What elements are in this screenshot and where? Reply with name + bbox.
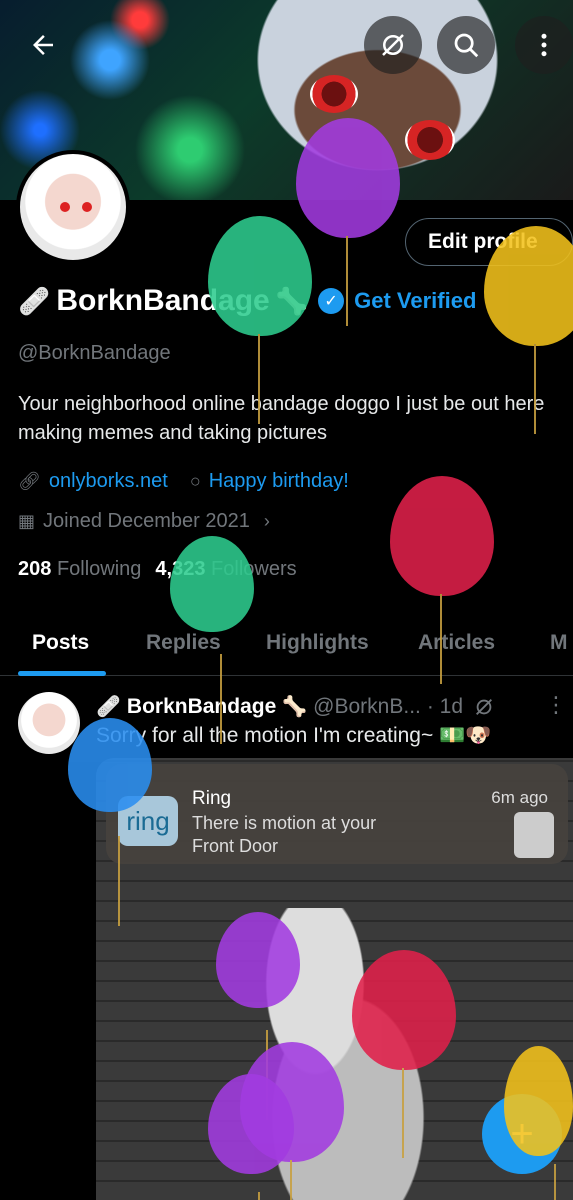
bandage-emoji: 🩹 [96, 696, 121, 718]
tab-media[interactable]: M [550, 610, 568, 676]
banner-artwork-eye [405, 120, 455, 160]
balloon-green [208, 216, 312, 424]
website-link[interactable]: onlyborks.net [49, 470, 168, 493]
birthday-link[interactable]: Happy birthday! [209, 470, 349, 493]
no-signal-button[interactable] [364, 16, 422, 74]
banner-artwork-eye [310, 75, 358, 113]
balloon-purple [208, 1074, 294, 1200]
balloon-red [390, 476, 494, 684]
profile-handle: @BorknBandage [18, 342, 171, 364]
balloon-yellow [504, 1046, 573, 1200]
ring-notification: ring Ring 6m ago There is motion at your… [106, 764, 568, 864]
arrow-left-icon [33, 35, 53, 55]
calendar-icon: ▦ [18, 511, 36, 531]
balloon-blue [68, 718, 152, 926]
balloon-icon: ○ [189, 471, 201, 491]
more-vertical-icon [541, 33, 547, 57]
active-tab-indicator [18, 671, 106, 676]
tab-posts[interactable]: Posts [32, 610, 89, 676]
profile-bio: Your neighborhood online bandage doggo I… [18, 393, 545, 444]
search-button[interactable] [437, 16, 495, 74]
notification-app: Ring [192, 788, 232, 809]
more-options-button[interactable] [515, 16, 573, 74]
notification-time: 6m ago [491, 788, 548, 807]
following-stat[interactable]: 208 Following [18, 558, 141, 581]
search-icon [454, 33, 479, 58]
joined-date: Joined December 2021 [43, 510, 250, 532]
post-header: 🩹 BorknBandage 🦴 @BorknB... · 1d [96, 694, 495, 719]
balloon-red [352, 950, 456, 1158]
bone-emoji: 🦴 [282, 696, 308, 718]
tab-highlights[interactable]: Highlights [266, 610, 369, 676]
no-signal-icon [476, 698, 493, 715]
post-author-name[interactable]: BorknBandage [127, 695, 276, 719]
profile-meta-links: 🔗︎ onlyborks.net ○ Happy birthday! [18, 470, 349, 493]
no-signal-icon [382, 34, 404, 56]
verified-badge-icon: ✓ [318, 288, 345, 314]
profile-tabs: Posts Replies Highlights Articles M [0, 610, 573, 676]
follow-stats: 208 Following 4,323 Followers [18, 558, 297, 581]
balloon-green [170, 536, 254, 744]
chevron-right-icon: › [263, 511, 270, 531]
link-icon: 🔗︎ [18, 471, 41, 491]
balloon-purple [296, 118, 400, 326]
post-author-handle: @BorknB... [313, 694, 421, 718]
profile-avatar[interactable] [16, 150, 130, 264]
get-verified-link[interactable]: Get Verified [354, 288, 476, 314]
notification-body: There is motion at your Front Door [192, 813, 377, 856]
post-avatar[interactable] [18, 692, 80, 754]
tab-articles[interactable]: Articles [418, 610, 495, 676]
post-more-icon[interactable]: ⋮ [545, 692, 567, 718]
bandage-emoji: 🩹 [18, 285, 51, 316]
post-text: Sorry for all the motion I'm creating~ 💵… [96, 724, 492, 747]
post-time: · 1d [426, 694, 464, 718]
balloon-purple [216, 912, 300, 1120]
joined-row[interactable]: ▦ Joined December 2021 › [18, 510, 270, 533]
back-button[interactable] [14, 16, 72, 74]
notification-thumbnail [514, 812, 554, 858]
